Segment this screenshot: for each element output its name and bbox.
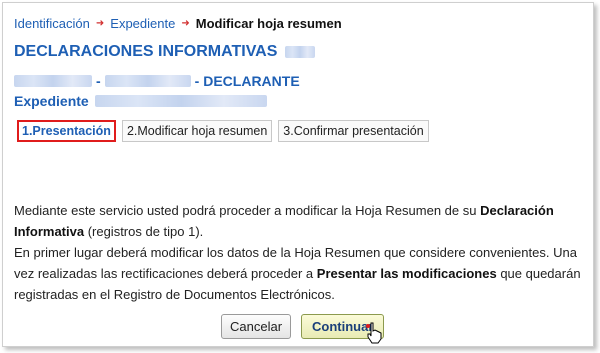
step-tabs: 1.Presentación 2.Modificar hoja resumen … <box>17 120 429 142</box>
hand-cursor-icon <box>366 322 382 344</box>
description-text: (registros de tipo 1). <box>84 224 204 239</box>
tab-presentacion[interactable]: 1.Presentación <box>17 120 116 142</box>
expediente-label: Expediente <box>14 93 89 109</box>
tab-confirmar-presentacion[interactable]: 3.Confirmar presentación <box>278 120 429 142</box>
redacted-text <box>14 75 92 87</box>
cancel-button[interactable]: Cancelar <box>221 314 292 339</box>
page-frame: Identificación ➜ Expediente ➜ Modificar … <box>2 2 594 347</box>
declarant-label: - DECLARANTE <box>194 73 300 89</box>
breadcrumb-separator-icon: ➜ <box>95 18 105 29</box>
expediente-line: Expediente <box>14 93 267 109</box>
breadcrumb-separator-icon: ➜ <box>181 18 190 29</box>
description-text: Mediante este servicio usted podrá proce… <box>14 203 481 218</box>
description-bold-text: Presentar las modificaciones <box>316 266 497 281</box>
tab-modificar-hoja-resumen[interactable]: 2.Modificar hoja resumen <box>121 120 273 142</box>
breadcrumb-current: Modificar hoja resumen <box>195 16 342 31</box>
declarant-separator: - <box>96 73 101 89</box>
page-title: DECLARACIONES INFORMATIVAS <box>14 43 316 61</box>
page-title-text: DECLARACIONES INFORMATIVAS <box>14 43 278 60</box>
declarant-line: - - DECLARANTE <box>14 73 300 89</box>
description: Mediante este servicio usted podrá proce… <box>14 200 589 305</box>
redacted-text <box>94 95 267 107</box>
breadcrumb-link-expediente[interactable]: Expediente <box>110 16 175 31</box>
click-marker <box>366 324 370 328</box>
redacted-text <box>285 46 316 58</box>
breadcrumb: Identificación ➜ Expediente ➜ Modificar … <box>14 16 342 31</box>
action-buttons: Cancelar Continuar <box>221 314 385 339</box>
breadcrumb-link-identificacion[interactable]: Identificación <box>14 16 90 31</box>
redacted-text <box>104 75 191 87</box>
